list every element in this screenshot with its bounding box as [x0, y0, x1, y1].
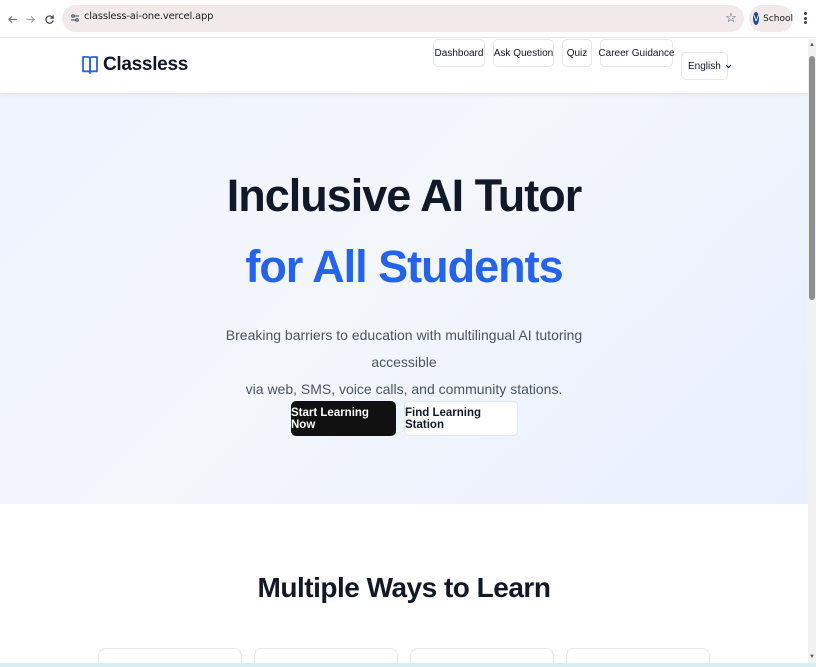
bookmark-star-icon[interactable]: ☆ — [723, 10, 739, 26]
forward-arrow-icon[interactable] — [21, 10, 39, 28]
find-learning-station-button[interactable]: Find Learning Station — [404, 401, 518, 436]
brand-logo[interactable]: Classless — [81, 54, 188, 76]
hero-section: Inclusive AI Tutor for All Students Brea… — [0, 94, 808, 504]
scroll-up-arrow-icon[interactable]: ▲ — [808, 41, 816, 49]
hero-title: Inclusive AI Tutor — [226, 170, 583, 221]
kebab-menu-icon[interactable] — [799, 10, 811, 26]
hero-title-accent: for All Students — [245, 241, 563, 292]
hero-subtitle: Breaking barriers to education with mult… — [204, 322, 604, 403]
site-header: Classless Dashboard Ask Question Quiz Ca… — [0, 39, 808, 94]
nav-ask-question[interactable]: Ask Question — [493, 39, 554, 67]
open-book-icon — [81, 54, 99, 76]
profile-button[interactable]: V School — [749, 5, 793, 32]
nav-quiz[interactable]: Quiz — [562, 39, 592, 67]
site-info-icon[interactable] — [68, 11, 82, 25]
url-text[interactable]: classless-ai-one.vercel.app — [84, 11, 213, 22]
avatar: V — [753, 12, 760, 25]
nav-dashboard[interactable]: Dashboard — [433, 39, 485, 67]
nav-career-guidance[interactable]: Career Guidance — [598, 39, 675, 67]
chevron-down-icon — [725, 61, 732, 71]
address-bar[interactable]: classless-ai-one.vercel.app — [62, 5, 744, 32]
scrollbar[interactable]: ▲ ▼ — [808, 39, 816, 667]
language-value: English — [688, 60, 721, 72]
hero-subtitle-line2: via web, SMS, voice calls, and community… — [245, 381, 563, 397]
back-arrow-icon[interactable] — [3, 10, 21, 28]
language-select[interactable]: English — [681, 52, 732, 80]
brand-name: Classless — [103, 54, 188, 75]
bottom-strip — [0, 663, 816, 667]
scroll-down-arrow-icon[interactable]: ▼ — [808, 653, 816, 661]
hero-subtitle-line1: Breaking barriers to education with mult… — [225, 327, 583, 370]
profile-label: School — [763, 13, 793, 24]
reload-icon[interactable] — [40, 10, 58, 28]
browser-toolbar: classless-ai-one.vercel.app ☆ V School — [0, 0, 816, 38]
scrollbar-thumb[interactable] — [809, 56, 815, 300]
section-title: Multiple Ways to Learn — [257, 572, 551, 603]
page-viewport: Classless Dashboard Ask Question Quiz Ca… — [0, 39, 808, 667]
start-learning-button[interactable]: Start Learning Now — [291, 401, 396, 436]
